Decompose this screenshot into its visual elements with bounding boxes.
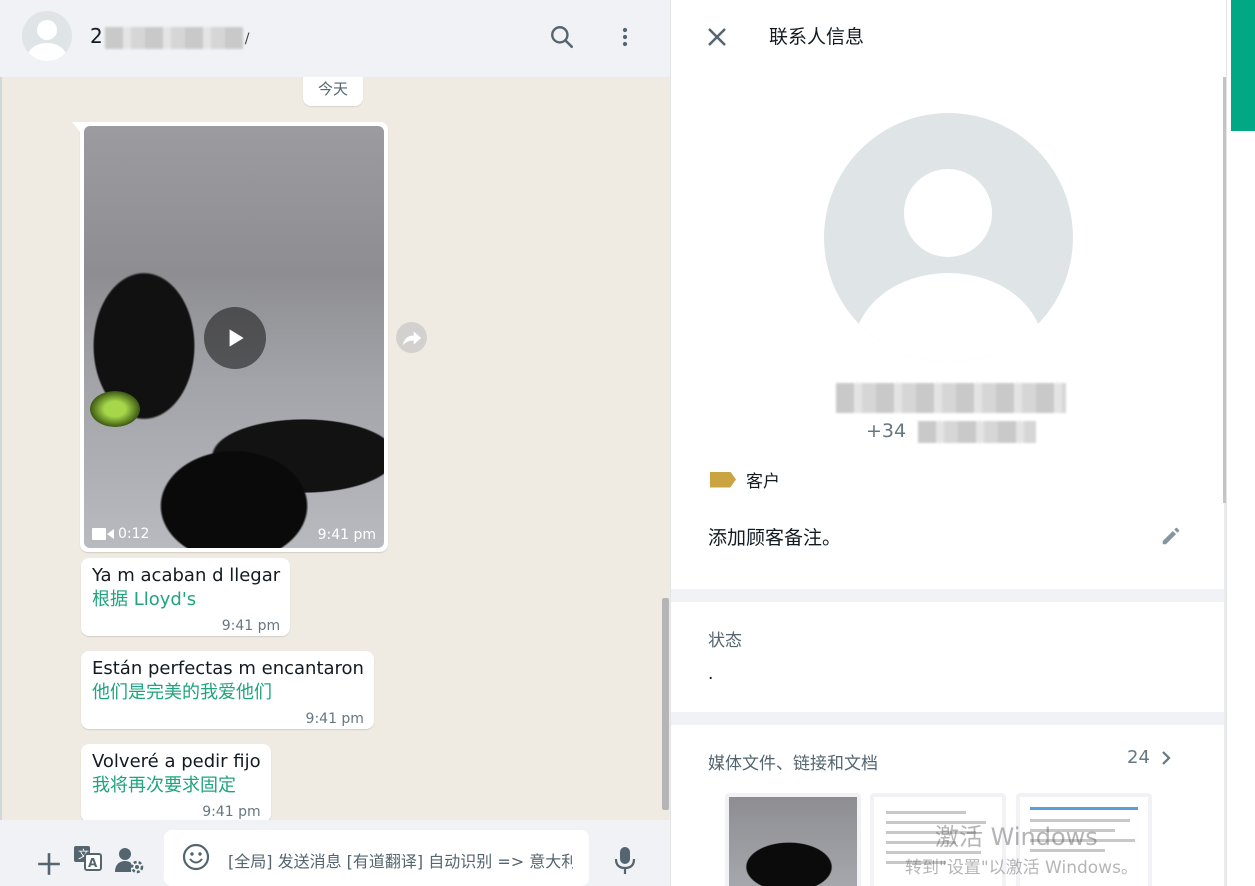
message-translation-text: 根据 Lloyd's: [92, 589, 197, 610]
video-timestamp: 9:41 pm: [317, 527, 376, 543]
video-thumbnail[interactable]: 0:12 9:41 pm: [84, 126, 384, 548]
chat-scrollbar[interactable]: [662, 598, 669, 810]
message-original-text: Están perfectas m encantaron: [92, 658, 364, 679]
label-tag-icon: [710, 471, 736, 488]
contact-name-prefix: 2: [90, 24, 103, 48]
message-bubble[interactable]: Ya m acaban d llegar 根据 Lloyd's 9:41 pm: [81, 558, 291, 636]
microphone-icon[interactable]: [609, 844, 641, 876]
emoji-icon[interactable]: [180, 841, 212, 873]
chat-contact-name[interactable]: 2/: [90, 24, 249, 49]
info-header: 联系人信息: [671, 0, 1226, 77]
message-bubble[interactable]: Volveré a pedir fijo 我将再次要求固定 9:41 pm: [81, 744, 271, 822]
message-input[interactable]: [全局] 发送消息 [有道翻译] 自动识别 => 意大利语: [164, 830, 589, 886]
pencil-icon[interactable]: [1158, 523, 1184, 549]
contact-avatar[interactable]: [22, 11, 72, 61]
contact-name-redacted: [836, 383, 1066, 415]
status-section: 状态 .: [671, 602, 1224, 712]
watermark-line1: 激活 Windows: [935, 823, 1098, 851]
media-heading: 媒体文件、链接和文档: [708, 754, 878, 774]
contact-phone-prefix: +34: [866, 420, 907, 442]
menu-icon[interactable]: [610, 22, 640, 52]
message-time: 9:41 pm: [202, 804, 261, 820]
search-icon[interactable]: [547, 22, 577, 52]
message-input-placeholder: [全局] 发送消息 [有道翻译] 自动识别 => 意大利语: [228, 852, 573, 871]
profile-card: +34 客户 添加顾客备注。: [671, 77, 1224, 589]
plus-icon[interactable]: [33, 848, 65, 880]
forward-icon[interactable]: [396, 322, 427, 353]
info-title: 联系人信息: [769, 26, 865, 48]
contact-label[interactable]: 客户: [710, 467, 780, 492]
redacted-phone: [918, 420, 1037, 443]
watermark-line2: 转到"设置"以激活 Windows。: [905, 858, 1138, 878]
windows-activation-watermark: 激活 Windows 转到"设置"以激活 Windows。: [905, 817, 1138, 878]
chevron-right-icon: [1162, 750, 1171, 765]
chat-header: 2/: [0, 0, 670, 77]
contact-phone: +34: [866, 420, 1037, 443]
video-duration-text: 0:12: [118, 526, 150, 542]
label-text: 客户: [746, 472, 780, 492]
window-edge-strip: [1226, 0, 1255, 886]
svg-text:A: A: [88, 856, 98, 870]
media-count-link[interactable]: 24: [1127, 747, 1172, 768]
chat-footer: 文A [全局] 发送消息 [有道翻译] 自动识别 => 意大利语: [0, 820, 670, 886]
customer-note[interactable]: 添加顾客备注。: [708, 523, 841, 550]
message-time: 9:41 pm: [221, 618, 281, 634]
media-count: 24: [1127, 747, 1150, 768]
message-original-text: Ya m acaban d llegar: [92, 565, 281, 586]
status-heading: 状态: [708, 631, 742, 651]
shoe-image-detail: [90, 391, 140, 427]
accent-bar: [1231, 0, 1255, 131]
translate-icon[interactable]: 文A: [72, 842, 104, 874]
video-camera-icon: [92, 528, 114, 540]
message-original-text: Volveré a pedir fijo: [92, 751, 261, 772]
video-duration: 0:12: [92, 526, 149, 542]
contact-name-suffix: /: [244, 31, 250, 47]
close-icon[interactable]: [704, 24, 730, 50]
status-value: .: [708, 664, 714, 684]
message-bubble[interactable]: Están perfectas m encantaron 他们是完美的我爱他们 …: [81, 651, 374, 729]
message-time: 9:41 pm: [305, 711, 364, 727]
video-message[interactable]: 0:12 9:41 pm: [72, 122, 388, 552]
user-settings-icon[interactable]: [113, 844, 145, 876]
date-divider: 今天: [303, 72, 363, 106]
message-translation-text: 我将再次要求固定: [92, 775, 236, 796]
message-translation-text: 他们是完美的我爱他们: [92, 682, 272, 703]
media-thumbnail-video[interactable]: [725, 793, 861, 886]
contact-info-panel: 联系人信息 +34 客户 添加顾客备注。 状态 . 媒体文件、链接和文档 24: [671, 0, 1226, 886]
play-icon[interactable]: [204, 307, 266, 369]
chat-pane: 2/ 今天 0:12 9:41 pm Ya m acaban d llegar …: [0, 0, 671, 886]
contact-profile-avatar[interactable]: [824, 113, 1073, 362]
redacted-name: [104, 26, 243, 49]
